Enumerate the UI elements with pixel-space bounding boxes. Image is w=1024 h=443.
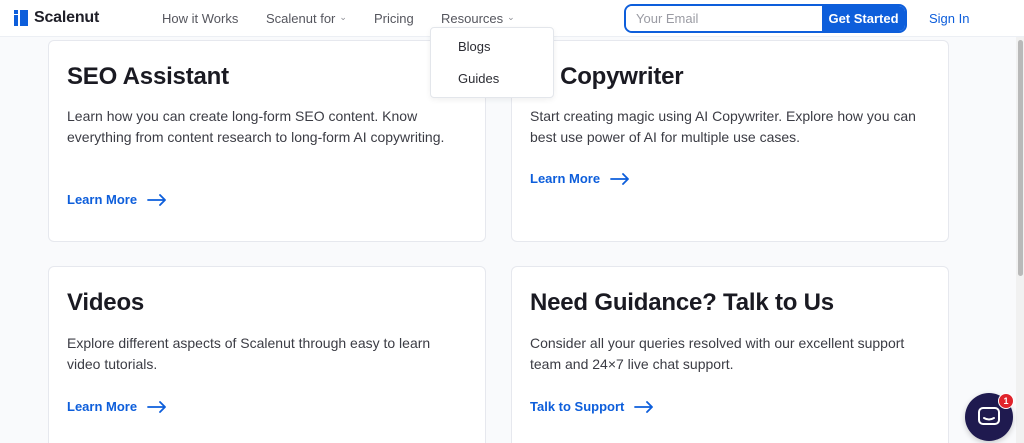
- nav-label: How it Works: [162, 11, 239, 26]
- nav-label: Pricing: [374, 11, 414, 26]
- card-title: Videos: [67, 289, 145, 316]
- arrow-right-icon: [147, 193, 166, 206]
- card-ai-copywriter: AI Copywriter Start creating magic using…: [511, 40, 949, 242]
- learn-more-link[interactable]: Learn More: [530, 171, 630, 186]
- card-talk-to-us: Need Guidance? Talk to Us Consider all y…: [511, 266, 949, 443]
- get-started-button[interactable]: Get Started: [822, 6, 905, 31]
- scrollbar-thumb[interactable]: [1018, 40, 1023, 276]
- scalenut-logo-icon: [14, 10, 28, 26]
- email-field[interactable]: [626, 6, 822, 31]
- link-label: Talk to Support: [530, 399, 625, 414]
- arrow-right-icon: [147, 400, 166, 413]
- brand-name: Scalenut: [34, 9, 100, 26]
- arrow-right-icon: [634, 400, 654, 413]
- card-description: Learn how you can create long-form SEO c…: [67, 108, 445, 145]
- nav-resources[interactable]: Resources ⌄: [441, 11, 515, 26]
- card-seo-assistant: SEO Assistant Learn how you can create l…: [48, 40, 486, 242]
- chevron-down-icon: ⌄: [507, 12, 515, 22]
- nav-how-it-works[interactable]: How it Works: [162, 11, 238, 26]
- resources-dropdown: Blogs Guides: [430, 27, 554, 98]
- menu-item-blogs[interactable]: Blogs: [458, 39, 491, 54]
- learn-more-link[interactable]: Learn More: [67, 399, 167, 414]
- nav-label: Resources: [441, 11, 504, 26]
- card-description: Consider all your queries resolved with …: [530, 335, 905, 372]
- unread-badge: 1: [998, 393, 1014, 409]
- talk-to-support-link[interactable]: Talk to Support: [530, 399, 654, 414]
- learn-more-link[interactable]: Learn More: [67, 192, 167, 207]
- card-description: Start creating magic using AI Copywriter…: [530, 108, 916, 145]
- card-title: Need Guidance? Talk to Us: [530, 289, 834, 316]
- chat-icon: [978, 407, 1000, 425]
- email-signup-form: Get Started: [624, 4, 907, 33]
- chevron-down-icon: ⌄: [339, 12, 347, 22]
- brand-logo[interactable]: Scalenut: [14, 9, 99, 27]
- nav-pricing[interactable]: Pricing: [374, 11, 414, 26]
- arrow-right-icon: [610, 172, 629, 185]
- card-videos: Videos Explore different aspects of Scal…: [48, 266, 486, 443]
- card-title: SEO Assistant: [67, 63, 229, 90]
- sign-in-link[interactable]: Sign In: [929, 11, 969, 26]
- card-description: Explore different aspects of Scalenut th…: [67, 335, 431, 372]
- menu-item-guides[interactable]: Guides: [458, 71, 499, 86]
- link-label: Learn More: [67, 399, 138, 414]
- nav-scalenut-for[interactable]: Scalenut for ⌄: [266, 11, 347, 26]
- nav-label: Scalenut for: [266, 11, 336, 26]
- link-label: Learn More: [530, 171, 601, 186]
- link-label: Learn More: [67, 192, 138, 207]
